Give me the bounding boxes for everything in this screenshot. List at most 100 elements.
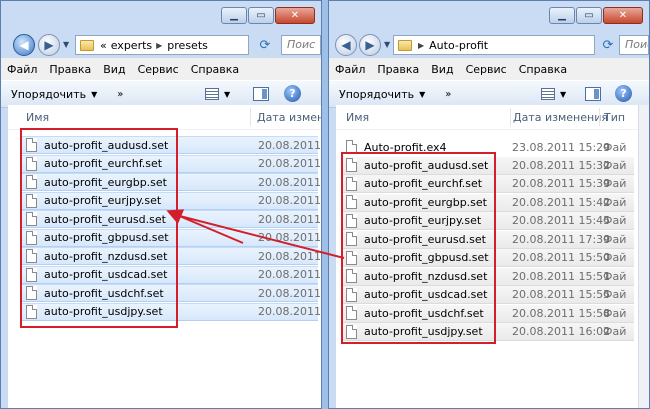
file-date-modified: 20.08.2011 15:42 xyxy=(512,195,611,209)
menu-bar: Файл Правка Вид Сервис Справка xyxy=(1,57,321,80)
menu-tools[interactable]: Сервис xyxy=(138,63,179,76)
column-name[interactable]: Имя xyxy=(26,111,49,124)
file-type: Фай xyxy=(603,325,627,338)
column-date-modified[interactable]: Дата измене xyxy=(257,111,321,124)
organize-button[interactable]: Упорядочить ▼ xyxy=(11,88,97,101)
preview-pane-icon[interactable] xyxy=(253,87,269,101)
minimize-button[interactable]: ▁ xyxy=(221,7,247,24)
file-date-modified: 20.08.2011 1 xyxy=(258,194,321,207)
view-options-button[interactable]: ▼ xyxy=(541,88,566,100)
file-date-modified: 20.08.2011 1 xyxy=(258,212,321,226)
more-commands-button[interactable]: » xyxy=(445,89,451,100)
folder-icon xyxy=(398,39,412,51)
chevron-right-icon[interactable]: ▶ xyxy=(156,41,162,50)
menu-edit[interactable]: Правка xyxy=(377,63,419,76)
menu-view[interactable]: Вид xyxy=(103,63,125,76)
file-date-modified: 20.08.2011 1 xyxy=(258,157,321,170)
back-arrow-icon[interactable]: ◀ xyxy=(13,34,35,56)
file-type: Фай xyxy=(603,214,627,227)
title-bar: ▁ ▭ ✕ xyxy=(1,1,321,31)
column-header-row: Имя Дата измене xyxy=(8,105,321,130)
refresh-icon[interactable]: ⟳ xyxy=(597,35,619,55)
menu-view[interactable]: Вид xyxy=(431,63,453,76)
file-date-modified: 20.08.2011 16:02 xyxy=(512,325,611,338)
file-date-modified: 20.08.2011 1 xyxy=(258,268,321,281)
address-bar[interactable]: ▶ Auto-profit xyxy=(393,35,595,55)
breadcrumb-auto-profit[interactable]: Auto-profit xyxy=(429,39,488,52)
file-date-modified: 20.08.2011 1 xyxy=(258,175,321,189)
chevron-down-icon: ▼ xyxy=(224,89,231,99)
file-date-modified: 20.08.2011 1 xyxy=(258,286,321,300)
vertical-scrollbar[interactable] xyxy=(638,105,649,408)
file-date-modified: 20.08.2011 1 xyxy=(258,305,321,318)
view-icon xyxy=(205,88,219,100)
recent-pages-dropdown[interactable]: ▼ xyxy=(384,40,390,49)
column-header-row: Имя Дата изменения Тип xyxy=(336,105,638,130)
close-button[interactable]: ✕ xyxy=(603,7,643,24)
chevron-down-icon: ▼ xyxy=(560,89,567,99)
title-bar: ▁ ▭ ✕ xyxy=(329,1,649,31)
column-type[interactable]: Тип xyxy=(604,111,625,124)
more-commands-button[interactable]: » xyxy=(117,89,123,100)
annotation-box-left xyxy=(20,128,178,328)
minimize-button[interactable]: ▁ xyxy=(549,7,575,24)
file-date-modified: 20.08.2011 1 xyxy=(258,231,321,244)
file-type: Фай xyxy=(603,158,627,172)
command-bar: Упорядочить ▼ » ▼ ? xyxy=(1,80,321,108)
file-type: Фай xyxy=(603,269,627,283)
maximize-button[interactable]: ▭ xyxy=(248,7,274,24)
menu-help[interactable]: Справка xyxy=(519,63,567,76)
file-date-modified: 20.08.2011 15:51 xyxy=(512,269,611,283)
help-icon[interactable]: ? xyxy=(615,85,632,102)
navigation-bar: ◀ ▶ ▼ ▶ Auto-profit ⟳ Поис xyxy=(329,31,649,57)
chevron-down-icon: ▼ xyxy=(91,89,98,99)
folder-icon xyxy=(80,39,94,51)
file-date-modified: 20.08.2011 1 xyxy=(258,249,321,263)
column-date-modified[interactable]: Дата изменения xyxy=(513,111,608,124)
file-type: Фай xyxy=(603,288,627,301)
file-date-modified: 20.08.2011 15:32 xyxy=(512,158,611,172)
file-type: Фай xyxy=(603,140,627,154)
file-date-modified: 23.08.2011 15:29 xyxy=(512,140,611,154)
file-date-modified: 20.08.2011 17:39 xyxy=(512,232,611,246)
chevron-right-icon[interactable]: ▶ xyxy=(418,41,424,50)
command-bar: Упорядочить ▼ » ▼ ? xyxy=(329,80,649,108)
file-type: Фай xyxy=(603,251,627,264)
maximize-button[interactable]: ▭ xyxy=(576,7,602,24)
chevron-down-icon: ▼ xyxy=(419,89,426,99)
file-date-modified: 20.08.2011 15:45 xyxy=(512,214,611,227)
forward-arrow-icon[interactable]: ▶ xyxy=(38,34,60,56)
menu-edit[interactable]: Правка xyxy=(49,63,91,76)
file-type: Фай xyxy=(603,177,627,190)
back-arrow-icon[interactable]: ◀ xyxy=(335,34,357,56)
forward-arrow-icon[interactable]: ▶ xyxy=(359,34,381,56)
recent-pages-dropdown[interactable]: ▼ xyxy=(63,40,69,49)
file-date-modified: 20.08.2011 1 xyxy=(258,138,321,152)
menu-tools[interactable]: Сервис xyxy=(466,63,507,76)
address-bar[interactable]: « experts ▶ presets xyxy=(75,35,249,55)
file-date-modified: 20.08.2011 15:55 xyxy=(512,288,611,301)
menu-help[interactable]: Справка xyxy=(191,63,239,76)
organize-label: Упорядочить xyxy=(339,87,415,101)
menu-bar: Файл Правка Вид Сервис Справка xyxy=(329,57,649,80)
view-options-button[interactable]: ▼ xyxy=(205,88,230,100)
search-input[interactable]: Поис xyxy=(619,35,649,55)
refresh-icon[interactable]: ⟳ xyxy=(254,35,276,55)
file-type: Фай xyxy=(603,232,627,246)
close-button[interactable]: ✕ xyxy=(275,7,315,24)
file-date-modified: 20.08.2011 15:58 xyxy=(512,306,611,320)
breadcrumb-presets[interactable]: presets xyxy=(167,39,208,52)
menu-file[interactable]: Файл xyxy=(335,63,365,76)
file-type: Фай xyxy=(603,195,627,209)
help-icon[interactable]: ? xyxy=(284,85,301,102)
address-overflow[interactable]: « xyxy=(100,39,107,52)
breadcrumb-experts[interactable]: experts xyxy=(111,39,152,52)
organize-button[interactable]: Упорядочить ▼ xyxy=(339,88,425,101)
menu-file[interactable]: Файл xyxy=(7,63,37,76)
column-name[interactable]: Имя xyxy=(346,111,369,124)
preview-pane-icon[interactable] xyxy=(585,87,601,101)
file-date-modified: 20.08.2011 15:39 xyxy=(512,177,611,190)
file-type: Фай xyxy=(603,306,627,320)
search-input[interactable]: Поис xyxy=(281,35,321,55)
organize-label: Упорядочить xyxy=(11,87,87,101)
